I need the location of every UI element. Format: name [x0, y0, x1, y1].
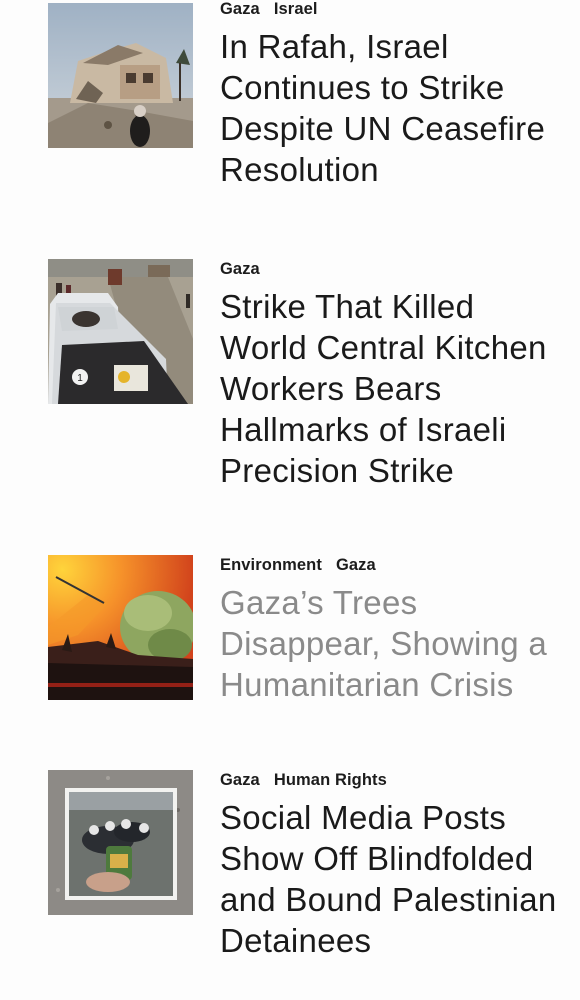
article-headline[interactable]: Strike That Killed World Central Kitchen… [220, 286, 560, 491]
article-meta: Gaza Strike That Killed World Central Ki… [220, 259, 560, 491]
tag-list: Gaza Israel [220, 0, 560, 19]
tag-link[interactable]: Human Rights [274, 771, 387, 790]
article-meta: Gaza Israel In Rafah, Israel Continues t… [220, 0, 560, 190]
article-thumbnail-detainees[interactable] [48, 770, 193, 915]
article-headline[interactable]: Gaza’s Trees Disappear, Showing a Humani… [220, 582, 560, 705]
article-thumbnail-trees[interactable] [48, 555, 193, 700]
tag-link[interactable]: Gaza [220, 771, 260, 790]
tag-link[interactable]: Gaza [336, 556, 376, 575]
detainees-phone-photo [48, 770, 193, 915]
damaged-car-photo: 1 [48, 259, 193, 404]
tag-list: Gaza [220, 259, 560, 279]
tag-link[interactable]: Environment [220, 556, 322, 575]
tag-link[interactable]: Gaza [220, 260, 260, 279]
tag-list: Gaza Human Rights [220, 770, 560, 790]
article-headline[interactable]: Social Media Posts Show Off Blindfolded … [220, 797, 560, 961]
article-headline[interactable]: In Rafah, Israel Continues to Strike Des… [220, 26, 560, 190]
tag-link[interactable]: Israel [274, 0, 318, 19]
article-thumbnail-damaged-car[interactable]: 1 [48, 259, 193, 404]
tag-list: Environment Gaza [220, 555, 560, 575]
trees-illustration [48, 555, 193, 700]
article-meta: Gaza Human Rights Social Media Posts Sho… [220, 770, 560, 961]
destroyed-building-photo [48, 3, 193, 148]
tag-link[interactable]: Gaza [220, 0, 260, 19]
article-meta: Environment Gaza Gaza’s Trees Disappear,… [220, 555, 560, 705]
article-thumbnail-destroyed-building[interactable] [48, 3, 193, 148]
svg-text:1: 1 [77, 373, 83, 384]
article-feed: Gaza Israel In Rafah, Israel Continues t… [0, 0, 580, 1000]
